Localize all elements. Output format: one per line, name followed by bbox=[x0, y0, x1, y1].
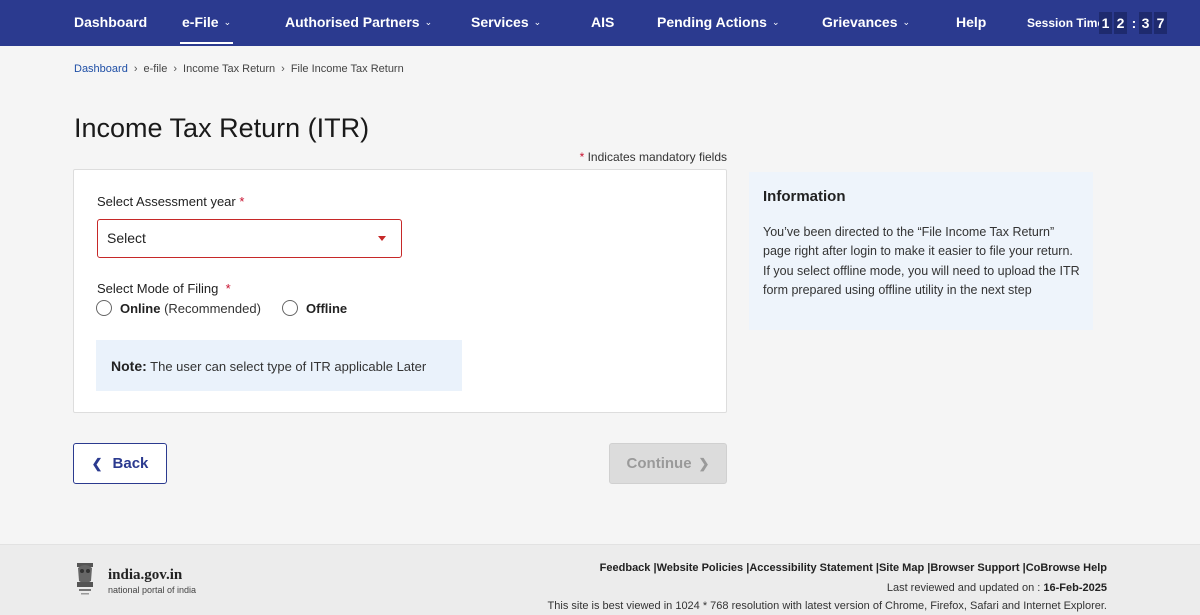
information-line-2: If you select offline mode, you will nee… bbox=[763, 263, 1080, 297]
nav-item-authorised-partners[interactable]: Authorised Partners ⌄ bbox=[285, 0, 432, 46]
filing-form-card: Select Assessment year * Select Select M… bbox=[73, 169, 727, 413]
breadcrumb: Dashboard › e-file › Income Tax Return › File … bbox=[74, 63, 404, 75]
chevron-down-icon: ⌄ bbox=[223, 17, 232, 27]
chevron-right-icon: ❯ bbox=[698, 455, 710, 471]
breadcrumb-separator: › bbox=[133, 63, 138, 75]
footer-links: Feedback |Website Policies |Accessibilit… bbox=[599, 562, 1107, 574]
assessment-year-select[interactable]: Select bbox=[97, 219, 402, 258]
radio-circle-icon[interactable] bbox=[282, 300, 298, 316]
back-button[interactable]: ❮ Back bbox=[73, 443, 167, 484]
continue-button-label: Continue bbox=[626, 455, 692, 472]
footer-updated-date: 16-Feb-2025 bbox=[1043, 582, 1107, 594]
information-line-1: You’ve been directed to the “File Income… bbox=[763, 225, 1073, 259]
footer-link-feedback[interactable]: Feedback bbox=[600, 562, 651, 574]
footer-link-browser-support[interactable]: Browser Support bbox=[930, 562, 1019, 574]
footer-link-accessibility[interactable]: Accessibility Statement bbox=[749, 562, 873, 574]
timer-digit: 2 bbox=[1114, 12, 1127, 34]
nav-item-services[interactable]: Services ⌄ bbox=[471, 0, 541, 46]
footer: india.gov.in national portal of india Fe… bbox=[0, 544, 1200, 615]
breadcrumb-dashboard[interactable]: Dashboard bbox=[74, 63, 128, 75]
timer-colon: : bbox=[1131, 15, 1137, 31]
timer-digit: 7 bbox=[1154, 12, 1167, 34]
continue-button[interactable]: Continue ❯ bbox=[609, 443, 727, 484]
mandatory-text: Indicates mandatory fields bbox=[587, 150, 727, 164]
nav-item-ais[interactable]: AIS bbox=[591, 0, 614, 46]
breadcrumb-efile[interactable]: e-file bbox=[144, 63, 168, 75]
national-emblem-icon bbox=[77, 563, 93, 595]
nav-item-dashboard[interactable]: Dashboard bbox=[74, 0, 147, 46]
breadcrumb-separator: › bbox=[173, 63, 178, 75]
radio-online[interactable]: Online (Recommended) bbox=[96, 300, 261, 316]
timer-digit: 1 bbox=[1099, 12, 1112, 34]
footer-link-site-map[interactable]: Site Map bbox=[879, 562, 924, 574]
chevron-down-icon: ⌄ bbox=[424, 17, 433, 27]
radio-circle-icon[interactable] bbox=[96, 300, 112, 316]
nav-item-help[interactable]: Help bbox=[956, 0, 986, 46]
timer-digit: 3 bbox=[1139, 12, 1152, 34]
radio-offline[interactable]: Offline bbox=[282, 300, 347, 316]
chevron-down-icon: ⌄ bbox=[902, 17, 911, 27]
session-time-label: Session Time bbox=[1027, 16, 1105, 30]
footer-brand-subtitle: national portal of india bbox=[108, 585, 197, 595]
filing-mode-label: Select Mode of Filing * bbox=[97, 281, 231, 296]
assessment-year-label: Select Assessment year * bbox=[97, 194, 245, 209]
radio-offline-label: Offline bbox=[306, 300, 348, 316]
footer-link-website-policies[interactable]: Website Policies bbox=[657, 562, 744, 574]
mandatory-star: * bbox=[579, 150, 585, 164]
chevron-down-icon: ⌄ bbox=[771, 17, 780, 27]
breadcrumb-current: File Income Tax Return bbox=[290, 63, 404, 75]
information-panel: Information You’ve been directed to the … bbox=[749, 172, 1093, 330]
mandatory-note: * Indicates mandatory fields bbox=[580, 150, 727, 164]
breadcrumb-separator: › bbox=[281, 63, 285, 75]
top-navbar: Dashboard e-File ⌄ Authorised Partners ⌄ S… bbox=[0, 0, 1200, 46]
nav-item-pending-actions[interactable]: Pending Actions ⌄ bbox=[657, 0, 779, 46]
note-text: The user can select type of ITR applicab… bbox=[150, 359, 427, 374]
nav-item-grievances[interactable]: Grievances ⌄ bbox=[822, 0, 910, 46]
session-timer: 1 2 : 3 7 bbox=[1099, 12, 1169, 34]
nav-item-efile[interactable]: e-File ⌄ bbox=[179, 0, 234, 46]
back-button-label: Back bbox=[112, 455, 149, 472]
footer-link-cobrowse-help[interactable]: CoBrowse Help bbox=[1026, 562, 1107, 574]
radio-online-label: Online (Recommended) bbox=[120, 300, 261, 316]
footer-last-updated: Last reviewed and updated on : 16-Feb-20… bbox=[886, 582, 1107, 594]
chevron-down-icon: ⌄ bbox=[533, 17, 542, 27]
note-label: Note: bbox=[111, 358, 147, 374]
assessment-year-value: Select bbox=[107, 230, 146, 246]
caret-down-icon bbox=[378, 236, 386, 241]
information-text: You’ve been directed to the “File Income… bbox=[763, 223, 1083, 300]
chevron-left-icon: ❮ bbox=[91, 455, 103, 471]
footer-best-viewed: This site is best viewed in 1024 * 768 r… bbox=[547, 600, 1107, 612]
note-box: Note: The user can select type of ITR ap… bbox=[96, 340, 462, 391]
footer-brand[interactable]: india.gov.in bbox=[108, 567, 182, 584]
breadcrumb-itr[interactable]: Income Tax Return bbox=[183, 63, 275, 75]
page-title: Income Tax Return (ITR) bbox=[74, 113, 370, 143]
information-title: Information bbox=[763, 188, 846, 205]
